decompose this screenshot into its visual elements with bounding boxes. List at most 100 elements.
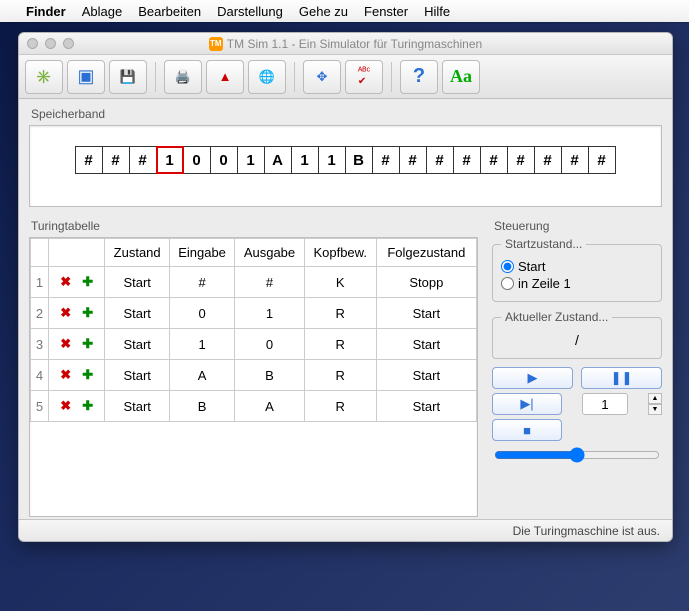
play-button[interactable]: ▶ [492,367,573,389]
tape-cell[interactable]: # [453,146,481,174]
row-number: 2 [31,298,49,329]
cell-next[interactable]: Stopp [376,267,476,298]
current-state-group: Aktueller Zustand... / [492,310,662,359]
web-button[interactable]: 🌐 [248,60,286,94]
cell-next[interactable]: Start [376,391,476,422]
cell-state[interactable]: Start [105,360,169,391]
turing-table: ZustandEingabeAusgabeKopfbew.Folgezustan… [30,238,477,422]
check-button[interactable]: ᴬᴮᶜ✔ [345,60,383,94]
delete-row-button[interactable]: ✖ [57,304,75,322]
row-number: 4 [31,360,49,391]
help-button[interactable]: ? [400,60,438,94]
cell-output[interactable]: A [235,391,304,422]
new-button[interactable]: ✳️ [25,60,63,94]
add-row-button[interactable]: ✚ [79,273,97,291]
delete-row-button[interactable]: ✖ [57,335,75,353]
tape: ###1001A11B######### [76,146,616,174]
radio-start-input[interactable] [501,260,514,273]
tape-cell[interactable]: 0 [183,146,211,174]
table-section: Turingtabelle ZustandEingabeAusgabeKopfb… [29,217,478,517]
add-row-button[interactable]: ✚ [79,335,97,353]
cell-state[interactable]: Start [105,329,169,360]
cell-output[interactable]: 1 [235,298,304,329]
cell-next[interactable]: Start [376,360,476,391]
tape-cell[interactable]: # [426,146,454,174]
tape-cell[interactable]: # [102,146,130,174]
step-button[interactable]: ▶| [492,393,562,415]
speed-slider[interactable] [494,447,660,463]
tape-cell[interactable]: # [534,146,562,174]
cell-input[interactable]: # [169,267,234,298]
cell-move[interactable]: R [304,329,376,360]
tape-cell[interactable]: 1 [318,146,346,174]
print-button[interactable]: 🖨️ [164,60,202,94]
tape-cell[interactable]: # [129,146,157,174]
table-header-row: ZustandEingabeAusgabeKopfbew.Folgezustan… [31,239,477,267]
cell-next[interactable]: Start [376,298,476,329]
delete-row-button[interactable]: ✖ [57,397,75,415]
open-button[interactable]: ▣ [67,60,105,94]
tape-cell[interactable]: # [507,146,535,174]
tape-cell[interactable]: 1 [237,146,265,174]
tape-cell[interactable]: # [399,146,427,174]
cell-move[interactable]: R [304,360,376,391]
table-row: 1✖✚Start##KStopp [31,267,477,298]
cell-next[interactable]: Start [376,329,476,360]
menu-gehezu[interactable]: Gehe zu [299,4,348,19]
menu-ablage[interactable]: Ablage [82,4,122,19]
col-header: Zustand [105,239,169,267]
tape-cell[interactable]: # [75,146,103,174]
menu-darstellung[interactable]: Darstellung [217,4,283,19]
pause-button[interactable]: ❚❚ [581,367,662,389]
menu-bearbeiten[interactable]: Bearbeiten [138,4,201,19]
move-button[interactable]: ✥ [303,60,341,94]
save-button[interactable]: 💾 [109,60,147,94]
cell-output[interactable]: B [235,360,304,391]
add-row-button[interactable]: ✚ [79,366,97,384]
tape-cell[interactable]: 1 [156,146,184,174]
tape-cell[interactable]: 1 [291,146,319,174]
cell-input[interactable]: B [169,391,234,422]
row-actions: ✖✚ [49,298,105,329]
cell-input[interactable]: 1 [169,329,234,360]
cell-state[interactable]: Start [105,298,169,329]
cell-move[interactable]: R [304,298,376,329]
cell-output[interactable]: # [235,267,304,298]
tape-cell[interactable]: B [345,146,373,174]
menu-hilfe[interactable]: Hilfe [424,4,450,19]
tape-cell[interactable]: # [588,146,616,174]
step-stepper[interactable]: ▲ ▼ [648,393,662,415]
step-down[interactable]: ▼ [648,404,662,415]
tape-cell[interactable]: A [264,146,292,174]
cell-move[interactable]: R [304,391,376,422]
cell-input[interactable]: A [169,360,234,391]
start-state-legend: Startzustand... [501,237,586,251]
toolbar-divider [294,62,295,92]
pdf-button[interactable]: ▲ [206,60,244,94]
tape-cell[interactable]: # [372,146,400,174]
cell-state[interactable]: Start [105,391,169,422]
step-up[interactable]: ▲ [648,393,662,404]
cell-move[interactable]: K [304,267,376,298]
font-button[interactable]: Aa [442,60,480,94]
status-bar: Die Turingmaschine ist aus. [19,519,672,541]
tape-cell[interactable]: # [561,146,589,174]
menu-fenster[interactable]: Fenster [364,4,408,19]
tape-cell[interactable]: 0 [210,146,238,174]
add-row-button[interactable]: ✚ [79,304,97,322]
stop-button[interactable]: ■ [492,419,562,441]
radio-line1[interactable]: in Zeile 1 [501,276,653,291]
delete-row-button[interactable]: ✖ [57,273,75,291]
cell-state[interactable]: Start [105,267,169,298]
step-count-input[interactable] [582,393,628,415]
stop-icon: ■ [523,423,531,438]
speed-slider-wrap [492,447,662,466]
cell-output[interactable]: 0 [235,329,304,360]
radio-start[interactable]: Start [501,259,653,274]
app-menu[interactable]: Finder [26,4,66,19]
radio-line1-input[interactable] [501,277,514,290]
cell-input[interactable]: 0 [169,298,234,329]
tape-cell[interactable]: # [480,146,508,174]
add-row-button[interactable]: ✚ [79,397,97,415]
delete-row-button[interactable]: ✖ [57,366,75,384]
